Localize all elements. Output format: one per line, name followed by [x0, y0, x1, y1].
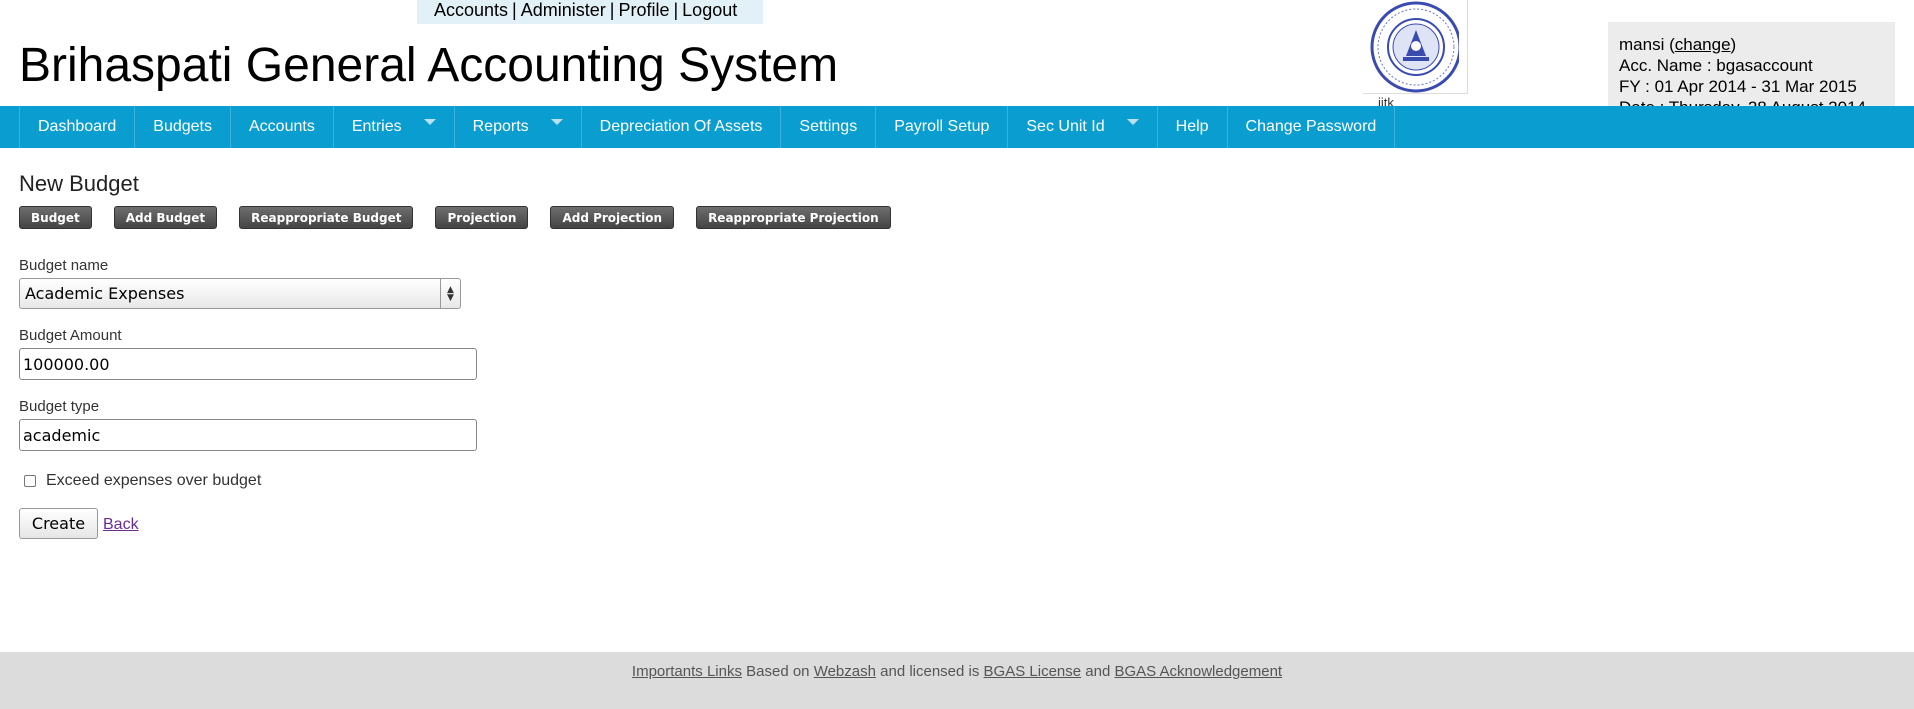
nav-settings[interactable]: Settings — [781, 106, 877, 148]
nav-label: Accounts — [249, 118, 315, 135]
nav-label: Sec Unit Id — [1026, 118, 1105, 135]
top-link-separator: | — [609, 0, 615, 20]
footer-text-and: and — [1085, 663, 1111, 680]
exceed-expenses-label: Exceed expenses over budget — [46, 472, 262, 489]
top-link-separator: | — [673, 0, 679, 20]
create-button[interactable]: Create — [19, 508, 98, 539]
nav-accounts[interactable]: Accounts — [231, 106, 334, 148]
exceed-expenses-checkbox[interactable] — [24, 475, 36, 487]
add-budget-button[interactable]: Add Budget — [113, 206, 218, 229]
bgas-license-link[interactable]: BGAS License — [984, 663, 1082, 680]
budget-name-selected: Academic Expenses — [25, 284, 185, 303]
select-arrows-icon: ▲ ▼ — [440, 279, 460, 308]
top-link-separator: | — [512, 0, 517, 20]
account-name: Acc. Name : bgasaccount — [1619, 56, 1813, 75]
nav-label: Payroll Setup — [894, 118, 990, 135]
footer-text-licensed: and licensed is — [880, 663, 980, 680]
nav-reports[interactable]: Reports — [455, 106, 582, 148]
top-links-bar: Accounts | Administer | Profile | Logout — [417, 0, 763, 24]
nav-change-password[interactable]: Change Password — [1228, 106, 1396, 148]
important-links-link[interactable]: Importants Links — [632, 663, 742, 680]
page-title: New Budget — [19, 171, 139, 196]
nav-label: Change Password — [1245, 118, 1377, 135]
fiscal-year: FY : 01 Apr 2014 - 31 Mar 2015 — [1619, 77, 1857, 96]
budget-name-select[interactable]: Academic Expenses ▲ ▼ — [19, 278, 461, 309]
app-title: Brihaspati General Accounting System — [19, 39, 839, 92]
budget-name-label: Budget name — [19, 257, 109, 274]
caret-down-icon — [423, 119, 436, 125]
reappropriate-projection-button[interactable]: Reappropriate Projection — [696, 206, 891, 229]
top-link-profile[interactable]: Profile — [618, 0, 669, 20]
nav-payroll-setup[interactable]: Payroll Setup — [876, 106, 1009, 148]
top-link-logout[interactable]: Logout — [682, 0, 737, 20]
nav-label: Help — [1175, 118, 1209, 135]
nav-label: Depreciation Of Assets — [599, 118, 763, 135]
user-name-line: mansi (change) — [1619, 35, 1737, 54]
footer-text-based-on: Based on — [746, 663, 810, 680]
institute-seal-icon — [1370, 1, 1462, 93]
nav-label: Entries — [351, 118, 402, 135]
main-navbar: Dashboard Budgets Accounts Entries Repor… — [0, 106, 1914, 148]
budget-type-label: Budget type — [19, 398, 100, 415]
budget-type-input[interactable]: academic — [19, 419, 477, 451]
nav-label: Budgets — [153, 118, 212, 135]
nav-help[interactable]: Help — [1158, 106, 1228, 148]
top-link-accounts[interactable]: Accounts — [434, 0, 508, 20]
webzash-link[interactable]: Webzash — [814, 663, 876, 680]
nav-budgets[interactable]: Budgets — [135, 106, 231, 148]
main-content: New Budget Budget Add Budget Reappropria… — [19, 171, 1019, 539]
institute-logo — [1363, 0, 1468, 94]
nav-depreciation-of-assets[interactable]: Depreciation Of Assets — [582, 106, 782, 148]
budget-amount-input[interactable]: 100000.00 — [19, 348, 477, 380]
projection-button[interactable]: Projection — [435, 206, 529, 229]
nav-sec-unit-id[interactable]: Sec Unit Id — [1008, 106, 1158, 148]
add-projection-button[interactable]: Add Projection — [550, 206, 675, 229]
budget-amount-label: Budget Amount — [19, 327, 122, 344]
reappropriate-budget-button[interactable]: Reappropriate Budget — [239, 206, 414, 229]
budget-action-buttons: Budget Add Budget Reappropriate Budget P… — [19, 206, 1019, 229]
exceed-expenses-row: Exceed expenses over budget — [19, 472, 1019, 490]
budget-button[interactable]: Budget — [19, 206, 92, 229]
back-link[interactable]: Back — [103, 515, 139, 539]
user-name: mansi — [1619, 35, 1665, 54]
change-user-link[interactable]: change — [1675, 35, 1731, 54]
nav-label: Reports — [472, 118, 529, 135]
nav-entries[interactable]: Entries — [334, 106, 455, 148]
nav-label: Settings — [799, 118, 858, 135]
nav-dashboard[interactable]: Dashboard — [19, 106, 136, 148]
footer: Importants Links Based on Webzash and li… — [0, 652, 1914, 709]
caret-down-icon — [550, 119, 563, 125]
nav-label: Dashboard — [38, 118, 117, 135]
bgas-acknowledgement-link[interactable]: BGAS Acknowledgement — [1114, 663, 1282, 680]
form-actions: Create Back — [19, 508, 1019, 539]
top-link-administer[interactable]: Administer — [521, 0, 606, 20]
caret-down-icon — [1126, 119, 1139, 125]
